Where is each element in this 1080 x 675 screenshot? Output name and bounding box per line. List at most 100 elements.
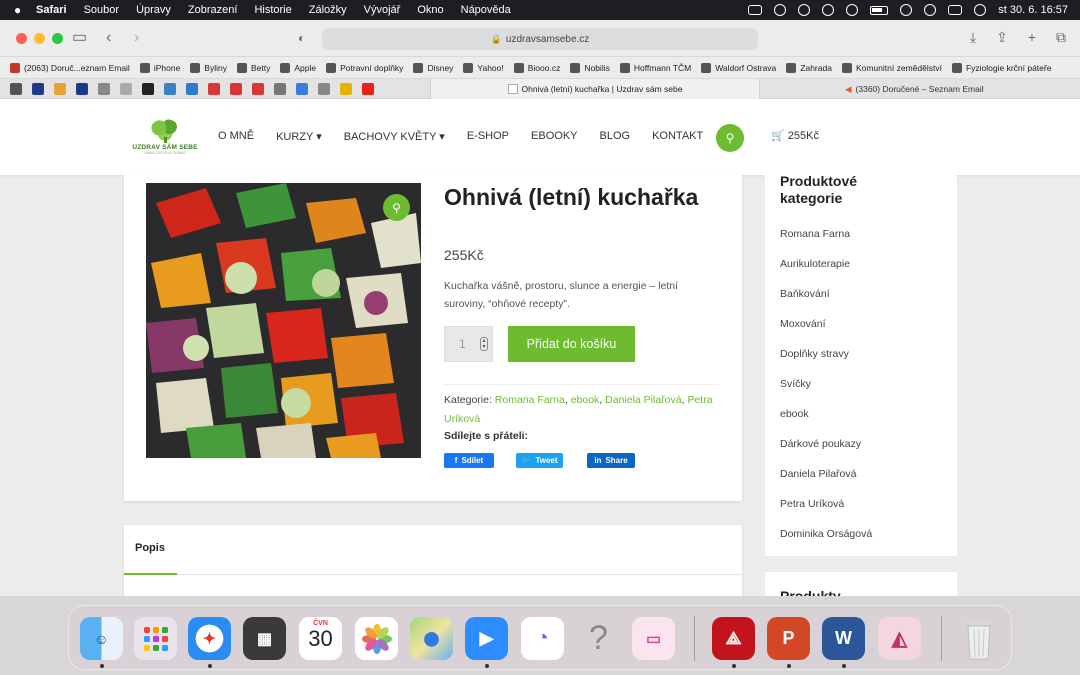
sidebar-item-aurikuloterapie[interactable]: Aurikuloterapie <box>780 258 872 288</box>
siri-icon[interactable] <box>974 4 987 16</box>
pinned-tab-icon[interactable] <box>164 82 176 95</box>
affinity-icon[interactable]: ◭ <box>878 617 921 660</box>
pinned-tab-icon[interactable] <box>362 82 374 95</box>
bluetooth-icon[interactable] <box>822 4 835 16</box>
site-logo[interactable]: UZDRAV SÁM SEBE SAMA CESTA KE ZDRAVÍ <box>132 119 198 157</box>
bookmark-item[interactable]: Waldorf Ostrava <box>701 62 776 73</box>
new-tab-icon[interactable]: + <box>1028 29 1036 46</box>
battery-icon[interactable] <box>870 5 889 15</box>
trash-icon[interactable] <box>957 617 1000 660</box>
nav-item-bachovy-kvety[interactable]: BACHOVY KVĚTY ▾ <box>344 130 445 143</box>
pinned-tab-icon[interactable] <box>230 82 242 95</box>
apple-menu-icon[interactable]: ● <box>14 3 26 17</box>
sidebar-item-dominika-orsagova[interactable]: Dominika Orságová <box>780 528 872 558</box>
pinned-tab-icon[interactable] <box>274 82 286 95</box>
bookmark-item[interactable]: Zahrada <box>786 62 832 73</box>
safari-icon[interactable]: ✦ <box>188 617 231 660</box>
pinned-tab-icon[interactable] <box>296 82 308 95</box>
bookmark-item[interactable]: Byliny <box>190 62 227 73</box>
pinned-tab-icon[interactable] <box>186 82 198 95</box>
messenger-icon[interactable]: ◔ <box>521 617 564 660</box>
pinned-tab-icon[interactable] <box>142 82 154 95</box>
nav-item-kontakt[interactable]: KONTAKT <box>652 130 703 143</box>
photos-icon[interactable] <box>355 617 398 660</box>
bookmark-item[interactable]: Fyziologie krční páteře <box>951 62 1051 73</box>
forward-icon[interactable]: › <box>134 29 139 47</box>
powerpoint-icon[interactable]: P <box>767 617 810 660</box>
sidebar-item-daniela-pilarova[interactable]: Daniela Pilařová <box>780 468 872 498</box>
bookmark-item[interactable]: Apple <box>280 62 316 73</box>
quantity-stepper[interactable]: 1 ▴ ▾ <box>444 326 493 362</box>
privacy-report-icon[interactable]: ◐ <box>298 29 305 47</box>
zoom-icon[interactable]: ▶ <box>465 617 508 660</box>
menu-item-window[interactable]: Okno <box>417 4 443 16</box>
calculator-icon[interactable]: ▦ <box>243 617 286 660</box>
menu-app-name[interactable]: Safari <box>36 4 67 16</box>
download-icon[interactable]: ⤓ <box>970 29 976 46</box>
sidebar-item-svicky[interactable]: Svíčky <box>780 378 872 408</box>
monitor-app-icon[interactable]: ▭ <box>632 617 675 660</box>
pinned-tab-icon[interactable] <box>318 82 330 95</box>
pinned-tab-icon[interactable] <box>32 82 44 95</box>
menu-item-history[interactable]: Historie <box>254 4 291 16</box>
bookmark-item[interactable]: Komunitní zemědělství <box>841 62 942 73</box>
status-icon[interactable] <box>774 4 787 16</box>
menu-clock[interactable]: st 30. 6. 16:57 <box>998 4 1068 16</box>
word-icon[interactable]: W <box>822 617 865 660</box>
share-icon[interactable]: ⇪ <box>996 29 1008 46</box>
pinned-tab-icon[interactable] <box>252 82 264 95</box>
category-link[interactable]: Romana Farna <box>495 394 565 406</box>
sidebar-item-ebook[interactable]: ebook <box>780 408 872 438</box>
zoom-window-button[interactable] <box>52 33 63 44</box>
back-icon[interactable]: ‹ <box>106 29 111 47</box>
facebook-share-button[interactable]: f Sdílet <box>444 453 494 468</box>
wifi-icon[interactable] <box>900 4 913 16</box>
acrobat-icon[interactable]: ⟁ <box>712 617 755 660</box>
menu-item-develop[interactable]: Vývojář <box>364 4 401 16</box>
linkedin-share-button[interactable]: in Share <box>587 453 635 468</box>
tab-description[interactable]: Popis <box>135 542 165 554</box>
menu-item-help[interactable]: Nápověda <box>461 4 511 16</box>
close-window-button[interactable] <box>16 33 27 44</box>
add-to-cart-button[interactable]: Přidat do košíku <box>508 326 635 362</box>
pinned-tab-icon[interactable] <box>208 82 220 95</box>
launchpad-icon[interactable] <box>134 617 177 660</box>
screen-record-icon[interactable] <box>748 5 763 15</box>
sidebar-item-doplnky-stravy[interactable]: Doplňky stravy <box>780 348 872 378</box>
pinned-tab-icon[interactable] <box>10 82 22 95</box>
nav-item-ebooky[interactable]: EBOOKY <box>531 130 577 143</box>
minimize-window-button[interactable] <box>34 33 45 44</box>
tab-email[interactable]: ◀ (3360) Doručené – Seznam Email <box>845 79 984 99</box>
calendar-icon[interactable]: ČVN 30 <box>299 617 342 660</box>
bookmark-item[interactable]: Hoffmann TČM <box>619 62 691 73</box>
address-bar[interactable]: 🔒 uzdravsamsebe.cz <box>322 28 758 50</box>
nav-item-blog[interactable]: BLOG <box>600 130 631 143</box>
bookmark-item[interactable]: Disney <box>413 62 453 73</box>
sidebar-item-romana-farna[interactable]: Romana Farna <box>780 228 872 258</box>
bookmark-item[interactable]: Betty <box>236 62 270 73</box>
tab-active[interactable]: Ohnivá (letní) kuchařka | Uzdrav sám seb… <box>430 79 760 99</box>
tab-overview-icon[interactable]: ⧉ <box>1056 29 1066 46</box>
bookmark-item[interactable]: iPhone <box>139 62 180 73</box>
menu-item-bookmarks[interactable]: Záložky <box>309 4 347 16</box>
image-zoom-button[interactable]: ⚲ <box>383 194 410 221</box>
pinned-tab-icon[interactable] <box>76 82 88 95</box>
spotlight-icon[interactable] <box>924 4 937 16</box>
sidebar-item-moxovani[interactable]: Moxování <box>780 318 872 348</box>
bookmark-item[interactable]: Nobilis <box>570 62 610 73</box>
maps-icon[interactable]: ⬤ <box>410 617 453 660</box>
nav-item-kurzy[interactable]: KURZY ▾ <box>276 130 322 143</box>
pinned-tab-icon[interactable] <box>340 82 352 95</box>
stepper-arrows-icon[interactable]: ▴ ▾ <box>480 337 488 351</box>
time-machine-icon[interactable] <box>846 4 859 16</box>
nav-item-e-shop[interactable]: E-SHOP <box>467 130 509 143</box>
pinned-tab-icon[interactable] <box>54 82 66 95</box>
twitter-share-button[interactable]: 🐦 Tweet <box>516 453 563 468</box>
cart-link[interactable]: 🛒 255Kč <box>771 129 819 142</box>
pinned-tab-icon[interactable] <box>120 82 132 95</box>
control-center-icon[interactable] <box>948 5 963 15</box>
pinned-tab-icon[interactable] <box>98 82 110 95</box>
sidebar-item-petra-urikova[interactable]: Petra Uríková <box>780 498 872 528</box>
menu-item-view[interactable]: Zobrazení <box>188 4 238 16</box>
sidebar-toggle-icon[interactable]: ▭ <box>72 29 87 47</box>
